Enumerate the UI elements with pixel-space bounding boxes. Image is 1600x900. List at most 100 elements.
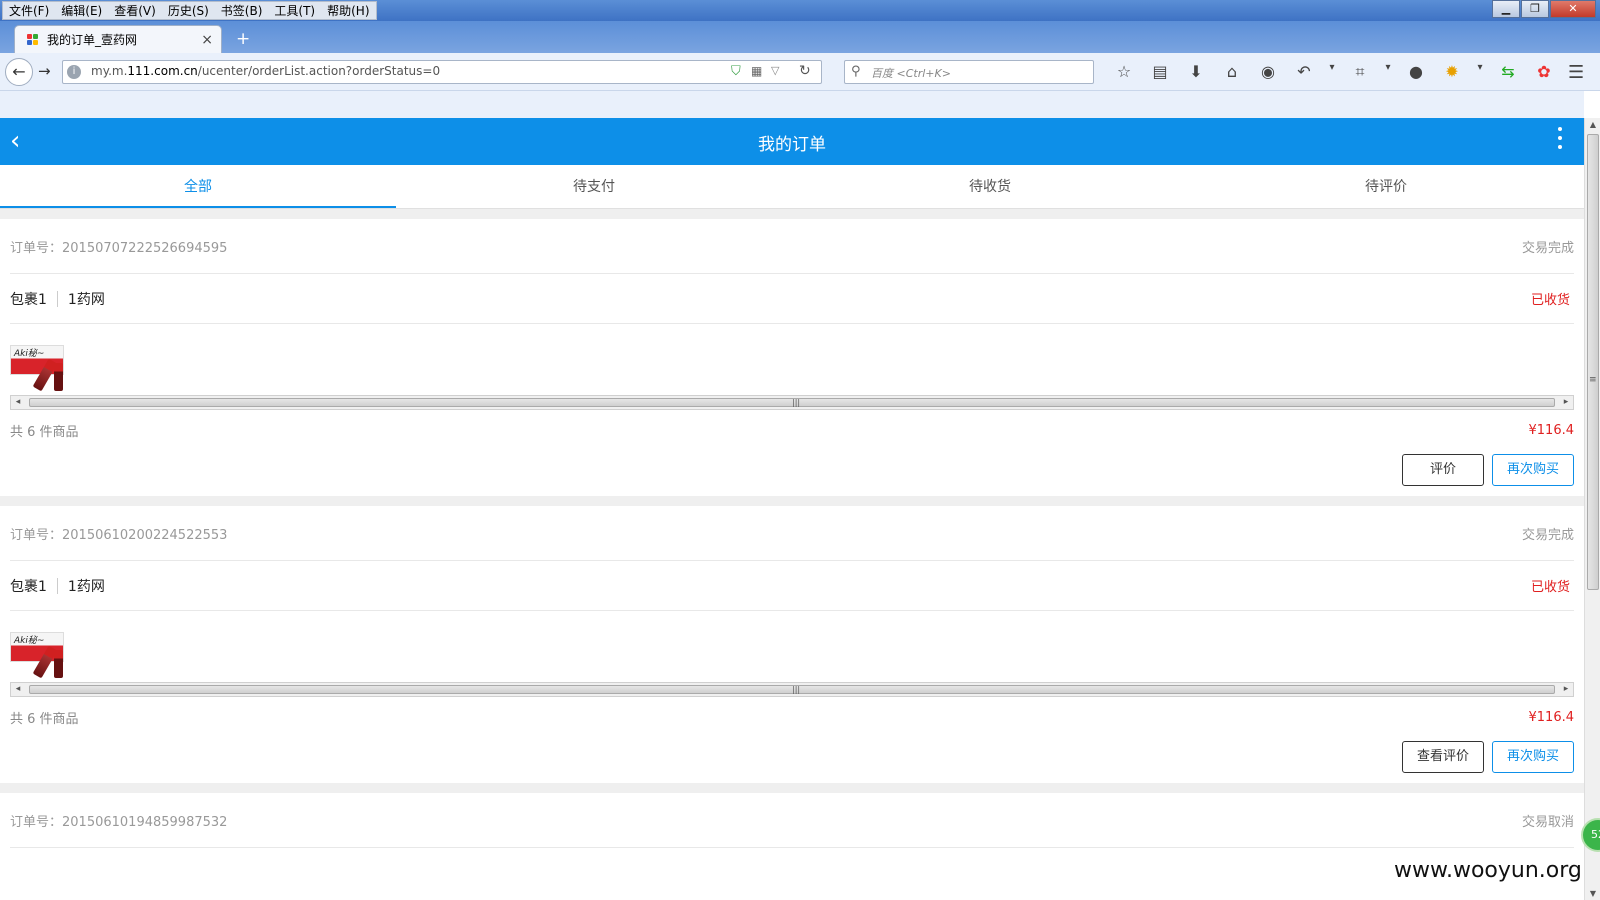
shield-icon[interactable]: ⛉ [731,64,741,79]
addon-icon[interactable]: ✿ [1526,62,1562,82]
view-review-button[interactable]: 查看评价 [1402,741,1484,773]
horizontal-scrollbar[interactable]: ◂ ||| ▸ [10,682,1574,697]
product-thumbnail[interactable]: Aki秘~ [10,339,64,392]
order-price: ¥116.4 [1528,709,1575,725]
scroll-up-icon[interactable]: ▲ [1585,120,1600,129]
menu-bar: 文件(F) 编辑(E) 查看(V) 历史(S) 书签(B) 工具(T) 帮助(H… [0,0,1600,21]
item-count: 共 6 件商品 [10,424,79,440]
menu-edit[interactable]: 编辑(E) [55,2,108,19]
undo-icon[interactable]: ↶ [1286,62,1322,82]
url-text[interactable]: my.m.111.com.cn/ucenter/orderList.action… [91,64,440,78]
order-number: 订单号：20150610194859987532 [10,814,228,830]
download-icon[interactable]: ⬇ [1178,62,1214,82]
dropdown-icon[interactable]: ▽ [771,64,779,77]
navigation-bar: ← → i my.m.111.com.cn/ucenter/orderList.… [0,53,1600,91]
horizontal-scrollbar[interactable]: ◂ ||| ▸ [10,395,1574,410]
watermark: www.wooyun.org [1394,858,1582,883]
order-tabs: 全部 待支付 待收货 待评价 [0,165,1584,209]
order-card: 订单号：20150610194859987532 交易取消 [0,793,1584,848]
package-row: 包裹1 1药网 已收货 [10,561,1574,611]
favicon-icon [27,33,39,46]
site-info-icon[interactable]: i [67,65,81,79]
menu-tools[interactable]: 工具(T) [268,2,321,19]
new-tab-button[interactable]: + [236,29,250,49]
chat-icon[interactable]: ◉ [1250,62,1286,82]
page-title: 我的订单 [758,135,826,155]
review-button[interactable]: 评价 [1402,454,1484,486]
restore-button[interactable]: ❐ [1521,0,1549,18]
reading-list-icon[interactable]: ▤ [1142,62,1178,82]
tab-pending-payment[interactable]: 待支付 [396,165,792,208]
menu-bookmarks[interactable]: 书签(B) [215,2,269,19]
star-icon[interactable]: ☆ [1106,62,1142,82]
order-summary: 共 6 件商品 ¥116.4 [10,410,1574,450]
goods-list: Aki秘~ ◂ ||| ▸ [10,611,1574,697]
minimize-button[interactable]: ▁ [1492,0,1520,18]
goods-list: Aki秘~ ◂ ||| ▸ [10,324,1574,410]
chevron-down-icon[interactable]: ▾ [1470,62,1490,82]
order-status: 交易取消 [1521,814,1574,830]
reload-icon[interactable]: ↻ [799,63,811,79]
order-header: 订单号：20150707222526694595 交易完成 [10,219,1574,274]
search-icon: ⚲ [851,64,861,79]
scroll-down-icon[interactable]: ▼ [1585,889,1600,898]
buy-again-button[interactable]: 再次购买 [1492,454,1574,486]
package-status: 已收货 [1530,293,1570,308]
package-status: 已收货 [1530,580,1570,595]
order-status: 交易完成 [1521,527,1574,543]
toolbar-icons: ☆ ▤ ⬇ ⌂ ◉ ↶ ▾ ⌗ ▾ ● ✹ ▾ ⇆ ✿ [1106,62,1562,82]
order-price: ¥116.4 [1528,422,1575,438]
forward-button[interactable]: → [38,62,51,80]
order-card: 订单号：20150610200224522553 交易完成 包裹1 1药网 已收… [0,506,1584,783]
search-bar[interactable]: ⚲ 百度 <Ctrl+K> [844,60,1094,84]
sync-icon[interactable]: ⇆ [1490,62,1526,82]
menu-icon[interactable]: ☰ [1568,62,1584,83]
app-header: ‹ 我的订单 [0,118,1584,165]
order-number: 订单号：20150610200224522553 [10,527,228,543]
menu-file[interactable]: 文件(F) [3,2,55,19]
menu-items: 文件(F) 编辑(E) 查看(V) 历史(S) 书签(B) 工具(T) 帮助(H… [2,1,377,20]
url-bar[interactable]: i my.m.111.com.cn/ucenter/orderList.acti… [62,60,822,84]
page-viewport: ‹ 我的订单 全部 待支付 待收货 待评价 订单号：20150707222526… [0,91,1584,900]
crop-icon[interactable]: ⌗ [1342,62,1378,82]
search-placeholder: 百度 <Ctrl+K> [871,67,951,80]
order-card: 订单号：20150707222526694595 交易完成 包裹1 1药网 已收… [0,219,1584,496]
order-actions: 评价 再次购买 [10,450,1574,496]
order-header: 订单号：20150610194859987532 交易取消 [10,793,1574,848]
package-label: 包裹1 [10,578,47,595]
seller-name: 1药网 [67,291,105,308]
window-controls: ▁ ❐ ✕ [1491,0,1596,18]
extension-icon[interactable]: ✹ [1434,62,1470,82]
product-thumbnail[interactable]: Aki秘~ [10,626,64,679]
chevron-down-icon[interactable]: ▾ [1322,62,1342,82]
order-summary: 共 6 件商品 ¥116.4 [10,697,1574,737]
seller-name: 1药网 [67,578,105,595]
chevron-down-icon[interactable]: ▾ [1378,62,1398,82]
menu-view[interactable]: 查看(V) [108,2,162,19]
order-actions: 查看评价 再次购买 [10,737,1574,783]
item-count: 共 6 件商品 [10,711,79,727]
order-header: 订单号：20150610200224522553 交易完成 [10,506,1574,561]
tab-strip: 我的订单_壹药网 × + [0,21,1600,53]
qr-code-icon[interactable]: ▦ [751,64,762,78]
package-row: 包裹1 1药网 已收货 [10,274,1574,324]
tab-all[interactable]: 全部 [0,165,396,208]
tab-title: 我的订单_壹药网 [47,33,138,47]
vertical-scrollbar[interactable]: ▲ ≡ ▼ [1584,118,1600,900]
home-icon[interactable]: ⌂ [1214,62,1250,82]
comment-icon[interactable]: ● [1398,62,1434,82]
menu-history[interactable]: 历史(S) [162,2,215,19]
buy-again-button[interactable]: 再次购买 [1492,741,1574,773]
browser-tab[interactable]: 我的订单_壹药网 × [14,25,222,53]
tab-close-icon[interactable]: × [201,32,213,48]
tab-pending-review[interactable]: 待评价 [1188,165,1584,208]
close-window-button[interactable]: ✕ [1550,0,1596,18]
scroll-thumb[interactable]: ≡ [1587,134,1599,590]
tab-pending-receipt[interactable]: 待收货 [792,165,1188,208]
more-options-icon[interactable] [1558,127,1562,154]
order-number: 订单号：20150707222526694595 [10,240,228,256]
menu-help[interactable]: 帮助(H) [321,2,375,19]
order-status: 交易完成 [1521,240,1574,256]
back-button[interactable]: ← [5,58,33,86]
package-label: 包裹1 [10,291,47,308]
